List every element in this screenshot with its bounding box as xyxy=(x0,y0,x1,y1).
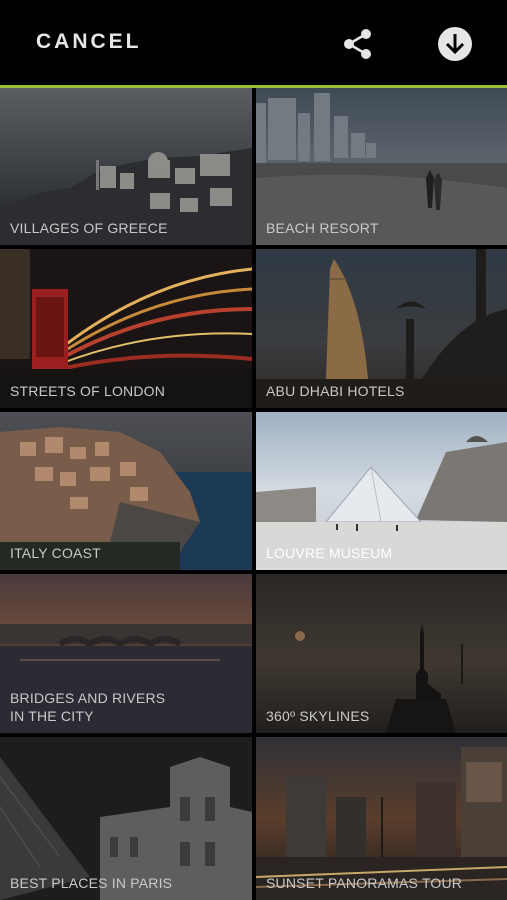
tile-label-line: BRIDGES AND RIVERS xyxy=(10,690,166,706)
tile-label: ITALY COAST xyxy=(10,545,101,561)
tile-label: LOUVRE MUSEUM xyxy=(266,545,393,561)
tile-villages-of-greece[interactable]: VILLAGES OF GREECE xyxy=(0,88,252,245)
tile-best-places-in-paris[interactable]: BEST PLACES IN PARIS xyxy=(0,737,252,900)
tile-label: BEST PLACES IN PARIS xyxy=(10,875,173,891)
tile-label: STREETS OF LONDON xyxy=(10,383,166,399)
tile-italy-coast[interactable]: ITALY COAST xyxy=(0,412,252,570)
tile-grid: VILLAGES OF GREECE BEACH RESORT STREETS … xyxy=(0,88,507,900)
share-icon[interactable] xyxy=(340,26,376,62)
cancel-button[interactable]: CANCEL xyxy=(36,30,142,54)
top-bar: CANCEL xyxy=(0,0,507,86)
tile-label-line: IN THE CITY xyxy=(10,708,94,724)
tile-bridges-and-rivers[interactable]: BRIDGES AND RIVERS IN THE CITY xyxy=(0,574,252,733)
tile-label: SUNSET PANORAMAS TOUR xyxy=(266,875,463,891)
tile-label: BRIDGES AND RIVERS IN THE CITY xyxy=(10,689,244,725)
tile-streets-of-london[interactable]: STREETS OF LONDON xyxy=(0,249,252,408)
tile-sunset-panoramas-tour[interactable]: SUNSET PANORAMAS TOUR xyxy=(256,737,507,900)
tile-label: ABU DHABI HOTELS xyxy=(266,383,405,399)
tile-360-skylines[interactable]: 360º SKYLINES xyxy=(256,574,507,733)
tile-label: BEACH RESORT xyxy=(266,220,379,236)
tile-beach-resort[interactable]: BEACH RESORT xyxy=(256,88,507,245)
download-icon[interactable] xyxy=(436,25,474,63)
tile-label: VILLAGES OF GREECE xyxy=(10,220,168,236)
tile-abu-dhabi-hotels[interactable]: ABU DHABI HOTELS xyxy=(256,249,507,408)
tile-label: 360º SKYLINES xyxy=(266,708,370,724)
tile-louvre-museum[interactable]: LOUVRE MUSEUM xyxy=(256,412,507,570)
